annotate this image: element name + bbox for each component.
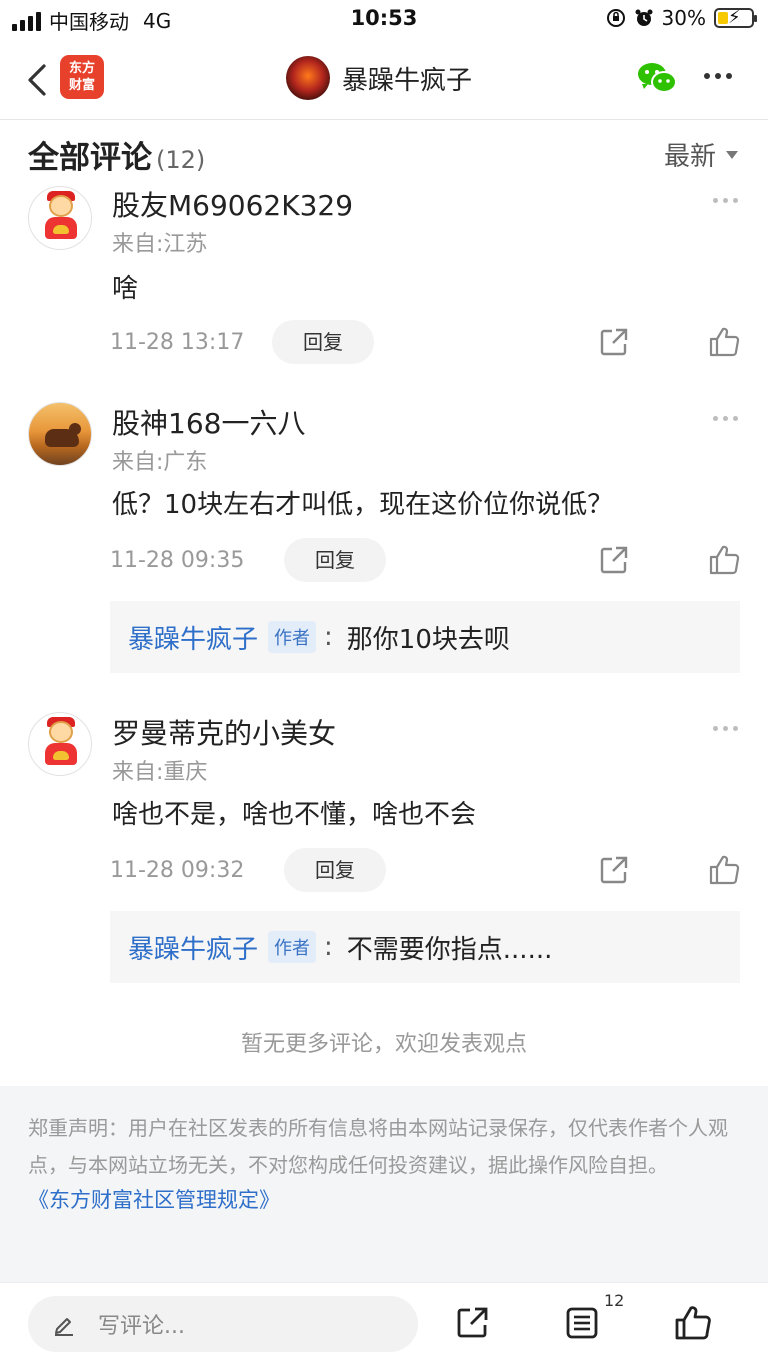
- user-name[interactable]: 罗曼蒂克的小美女: [112, 712, 336, 752]
- nav-author[interactable]: 暴躁牛疯子: [286, 56, 472, 100]
- comments-title: 全部评论: [28, 140, 152, 176]
- share-icon[interactable]: [598, 854, 630, 886]
- back-icon[interactable]: [22, 60, 58, 100]
- eastmoney-logo[interactable]: 东方 财富: [60, 55, 104, 99]
- author-reply-text: 不需要你指点......: [346, 934, 553, 965]
- caret-down-icon[interactable]: [726, 150, 738, 159]
- pencil-icon: [55, 1318, 73, 1336]
- sort-label[interactable]: 最新: [664, 136, 716, 173]
- comment-more-icon[interactable]: [713, 416, 738, 421]
- disclaimer-text: 郑重声明：用户在社区发表的所有信息将由本网站记录保存，仅代表作者个人观点，与本网…: [28, 1116, 728, 1177]
- user-name[interactable]: 股友M69062K329: [112, 184, 353, 224]
- more-options-icon[interactable]: [704, 73, 732, 79]
- author-reply-colon: :: [324, 932, 333, 962]
- nav-bar: 东方 财富 暴躁牛疯子: [0, 40, 768, 120]
- comment-input-placeholder[interactable]: 写评论...: [98, 1308, 185, 1340]
- share-icon[interactable]: [598, 326, 630, 358]
- author-tag-badge: 作者: [268, 621, 317, 653]
- comment-item: 股友M69062K329 来自:江苏 啥 11-28 13:17 回复: [0, 180, 768, 380]
- reply-button[interactable]: 回复: [284, 848, 386, 892]
- comment-count-badge: 12: [604, 1291, 625, 1310]
- comment-item: 罗曼蒂克的小美女 来自:重庆 啥也不是，啥也不懂，啥也不会 11-28 09:3…: [0, 708, 768, 998]
- logo-line2: 财富: [68, 78, 95, 93]
- disclaimer: 郑重声明：用户在社区发表的所有信息将由本网站记录保存，仅代表作者个人观点，与本网…: [0, 1086, 768, 1282]
- status-bar: 中国移动 4G 10:53 30% ⚡: [0, 0, 768, 40]
- wechat-icon[interactable]: [636, 60, 678, 96]
- comment-more-icon[interactable]: [713, 198, 738, 203]
- comment-item: 股神168一六八 来自:广东 低？10块左右才叫低，现在这价位你说低？ 11-2…: [0, 398, 768, 688]
- comment-time: 11-28 09:32: [110, 858, 245, 883]
- author-reply-text: 那你10块去呗: [346, 624, 510, 655]
- battery-fill: [718, 12, 728, 24]
- author-reply-name[interactable]: 暴躁牛疯子: [128, 619, 258, 656]
- no-more-comments: 暂无更多评论，欢迎发表观点: [240, 1032, 527, 1057]
- comment-text: 低？10块左右才叫低，现在这价位你说低？: [112, 490, 614, 520]
- like-icon[interactable]: [708, 854, 740, 886]
- user-name[interactable]: 股神168一六八: [112, 402, 305, 442]
- logo-line1: 东方: [68, 61, 95, 76]
- like-icon[interactable]: [674, 1305, 712, 1341]
- alarm-icon: [635, 9, 653, 26]
- user-avatar[interactable]: [28, 712, 92, 776]
- comment-more-icon[interactable]: [713, 726, 738, 731]
- author-reply[interactable]: 暴躁牛疯子 作者 : 不需要你指点......: [110, 911, 740, 983]
- comment-text: 啥也不是，啥也不懂，啥也不会: [112, 800, 477, 830]
- comment-input[interactable]: 写评论...: [28, 1296, 418, 1352]
- reply-button[interactable]: 回复: [284, 538, 386, 582]
- comments-count: (12): [156, 146, 206, 174]
- comment-text: 啥: [112, 274, 139, 304]
- like-icon[interactable]: [708, 544, 740, 576]
- battery-icon: ⚡: [714, 7, 757, 28]
- user-location: 来自:江苏: [112, 232, 208, 257]
- charging-icon: ⚡: [728, 7, 741, 28]
- community-rules-link[interactable]: 《东方财富社区管理规定》: [28, 1184, 740, 1216]
- user-location: 来自:广东: [112, 450, 208, 475]
- comments-list-icon[interactable]: [564, 1305, 600, 1341]
- comments-header: 全部评论 (12): [28, 132, 205, 177]
- status-right: 30% ⚡: [606, 6, 757, 30]
- bottom-bar: 写评论... 12: [0, 1282, 768, 1366]
- share-icon[interactable]: [598, 544, 630, 576]
- user-location: 来自:重庆: [112, 760, 208, 785]
- share-icon[interactable]: [454, 1305, 490, 1341]
- author-reply[interactable]: 暴躁牛疯子 作者 : 那你10块去呗: [110, 601, 740, 673]
- like-icon[interactable]: [708, 326, 740, 358]
- author-reply-colon: :: [324, 622, 333, 652]
- nav-title[interactable]: 暴躁牛疯子: [342, 60, 472, 97]
- comment-time: 11-28 13:17: [110, 330, 245, 355]
- author-reply-name[interactable]: 暴躁牛疯子: [128, 929, 258, 966]
- author-avatar[interactable]: [286, 56, 330, 100]
- orientation-lock-icon: [606, 9, 625, 27]
- comment-time: 11-28 09:35: [110, 548, 245, 573]
- author-tag-badge: 作者: [268, 931, 317, 963]
- sort-dropdown[interactable]: 最新: [664, 136, 738, 173]
- user-avatar[interactable]: [28, 186, 92, 250]
- user-avatar[interactable]: [28, 402, 92, 466]
- reply-button[interactable]: 回复: [272, 320, 374, 364]
- battery-percent: 30%: [661, 6, 706, 30]
